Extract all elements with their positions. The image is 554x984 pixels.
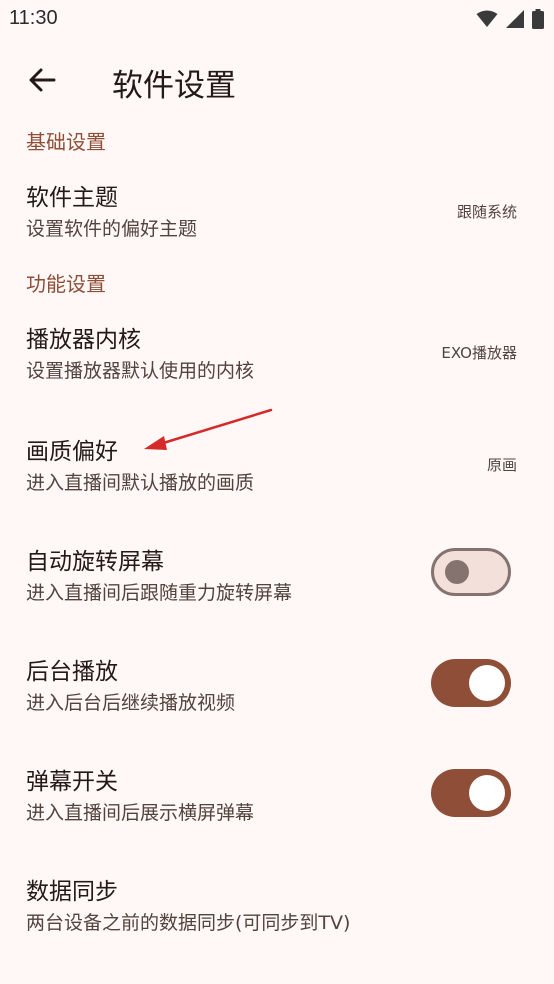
setting-title: 后台播放 [26, 659, 118, 685]
setting-background-play[interactable]: 后台播放 进入后台后继续播放视频 [0, 640, 554, 732]
status-time: 11:30 [9, 7, 58, 29]
setting-summary: 进入直播间默认播放的画质 [26, 472, 255, 494]
setting-summary: 进入直播间后跟随重力旋转屏幕 [26, 582, 293, 604]
section-header-basic: 基础设置 [26, 130, 106, 154]
setting-auto-rotate[interactable]: 自动旋转屏幕 进入直播间后跟随重力旋转屏幕 [0, 530, 554, 622]
setting-title: 播放器内核 [26, 327, 141, 353]
setting-danmaku[interactable]: 弹幕开关 进入直播间后展示横屏弹幕 [0, 750, 554, 842]
setting-summary: 进入后台后继续播放视频 [26, 692, 236, 714]
status-bar: 11:30 [0, 0, 554, 40]
setting-title: 数据同步 [26, 879, 118, 905]
back-button[interactable] [24, 62, 60, 98]
auto-rotate-switch[interactable] [431, 548, 511, 596]
switch-thumb [469, 665, 505, 701]
setting-summary: 设置播放器默认使用的内核 [26, 360, 255, 382]
section-header-function: 功能设置 [26, 272, 106, 296]
setting-value: EXO播放器 [441, 344, 517, 362]
switch-thumb [445, 560, 469, 584]
battery-icon [532, 9, 544, 29]
status-icons [476, 9, 544, 29]
app-bar: 软件设置 [0, 48, 554, 112]
setting-summary: 两台设备之前的数据同步(可同步到TV) [26, 912, 351, 934]
wifi-icon [476, 10, 498, 27]
setting-data-sync[interactable]: 数据同步 两台设备之前的数据同步(可同步到TV) [0, 860, 554, 952]
page-title: 软件设置 [112, 68, 236, 104]
setting-title: 画质偏好 [26, 439, 118, 465]
setting-theme[interactable]: 软件主题 设置软件的偏好主题 跟随系统 [0, 164, 554, 256]
switch-thumb [469, 775, 505, 811]
setting-title: 弹幕开关 [26, 769, 118, 795]
arrow-back-icon [29, 68, 56, 92]
setting-quality[interactable]: 画质偏好 进入直播间默认播放的画质 原画 [0, 418, 554, 510]
signal-icon [506, 10, 524, 28]
setting-title: 自动旋转屏幕 [26, 549, 164, 575]
setting-title: 软件主题 [26, 185, 118, 211]
setting-value: 跟随系统 [456, 203, 517, 221]
setting-value: 原画 [486, 456, 517, 474]
setting-player-core[interactable]: 播放器内核 设置播放器默认使用的内核 EXO播放器 [0, 306, 554, 398]
danmaku-switch[interactable] [431, 769, 511, 817]
setting-summary: 进入直播间后展示横屏弹幕 [26, 802, 255, 824]
setting-summary: 设置软件的偏好主题 [26, 218, 198, 240]
background-play-switch[interactable] [431, 659, 511, 707]
